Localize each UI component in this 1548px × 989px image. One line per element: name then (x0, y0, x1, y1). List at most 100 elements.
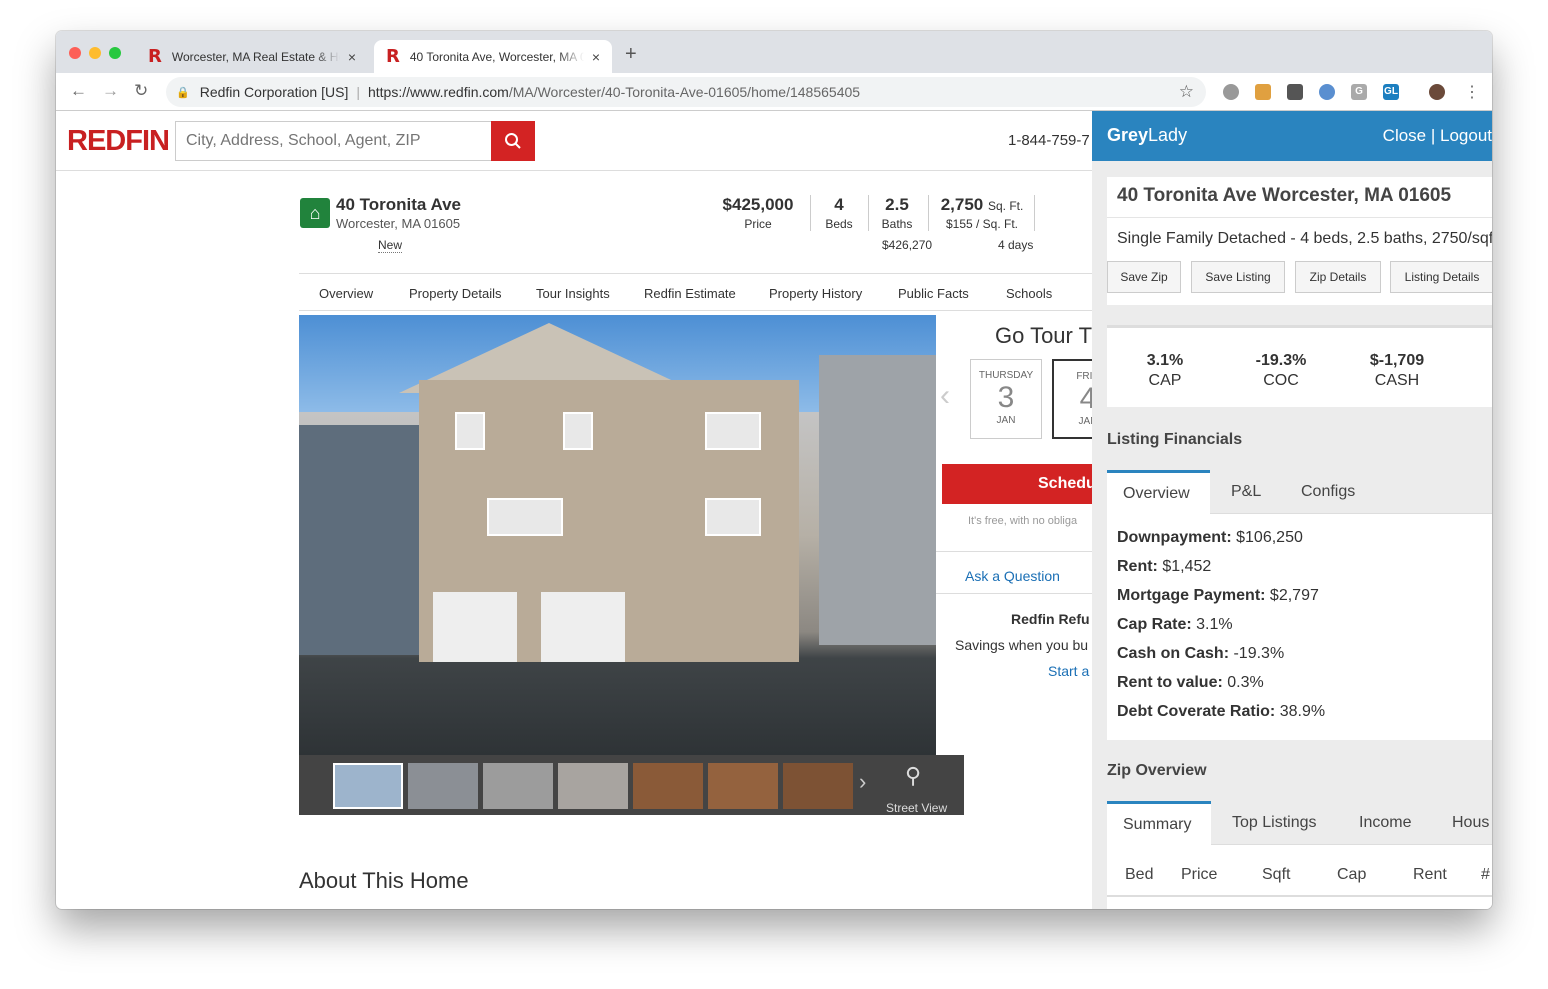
listing-financials-heading: Listing Financials (1107, 431, 1243, 448)
schedule-tour-button[interactable]: Schedu (942, 464, 1102, 504)
tab-public-facts[interactable]: Public Facts (898, 286, 969, 301)
tab-tour-insights[interactable]: Tour Insights (536, 286, 610, 301)
photo-thumbnail[interactable] (333, 763, 403, 809)
listing-photo[interactable] (299, 315, 936, 755)
face-extension-icon[interactable] (1255, 84, 1271, 100)
listing-details-button[interactable]: Listing Details (1390, 261, 1492, 293)
reload-icon[interactable]: ↻ (134, 81, 148, 101)
month: JAN (996, 415, 1016, 426)
column-header-cap[interactable]: Cap (1337, 866, 1366, 884)
chevron-left-icon[interactable]: ‹ (940, 379, 950, 413)
financials-tabs: Overview P&L Configs (1107, 470, 1492, 514)
tab-zip-income[interactable]: Income (1343, 801, 1427, 845)
tab-zip-top-listings[interactable]: Top Listings (1216, 801, 1333, 845)
tab-schools[interactable]: Schools (1006, 286, 1052, 301)
days-on-market: 4 days (998, 238, 1034, 252)
greylady-panel: GreyLady Close | Logout 40 Toronita Ave … (1092, 111, 1492, 909)
tab-zip-summary[interactable]: Summary (1107, 801, 1211, 845)
column-header-price[interactable]: Price (1181, 866, 1217, 884)
tab-fin-pl[interactable]: P&L (1215, 470, 1277, 514)
greylady-extension-icon[interactable]: GL (1383, 84, 1399, 100)
menu-kebab-icon[interactable]: ⋮ (1464, 82, 1480, 102)
url-field[interactable]: 🔒 Redfin Corporation [US] | https://www.… (166, 77, 1206, 107)
cloud-extension-icon[interactable] (1223, 84, 1239, 100)
chevron-right-icon[interactable]: › (859, 769, 866, 795)
cash-metric: $-1,709 CASH (1352, 352, 1442, 390)
profile-avatar[interactable] (1429, 84, 1445, 100)
baths-stat: 2.5 Baths (874, 195, 920, 231)
divider (928, 195, 929, 231)
price-value: $425,000 (722, 195, 794, 214)
column-header-bed[interactable]: Bed (1125, 866, 1153, 884)
fin-value: $1,452 (1162, 558, 1212, 575)
divider (810, 195, 811, 231)
listing-summary-card: 40 Toronita Ave Worcester, MA 01605 Sing… (1107, 177, 1492, 305)
close-tab-icon[interactable]: × (348, 49, 356, 65)
brand-bold: Grey (1107, 125, 1149, 145)
fin-label: Downpayment: (1117, 529, 1232, 546)
weekday: THURSDAY (978, 370, 1034, 381)
mail-extension-icon[interactable] (1287, 84, 1303, 100)
column-header-rent[interactable]: Rent (1413, 866, 1447, 884)
listing-address: 40 Toronita Ave (336, 195, 462, 214)
about-this-home-heading: About This Home (299, 868, 469, 893)
divider (1107, 895, 1492, 897)
listing-description: Single Family Detached - 4 beds, 2.5 bat… (1117, 230, 1492, 247)
close-tab-icon[interactable]: × (592, 49, 600, 65)
photo-thumbnail[interactable] (783, 763, 853, 809)
tab-fin-configs[interactable]: Configs (1285, 470, 1371, 514)
save-listing-button[interactable]: Save Listing (1191, 261, 1285, 293)
tab-property-history[interactable]: Property History (769, 286, 862, 301)
metric-label: COC (1263, 372, 1299, 389)
back-arrow-icon[interactable]: ← (70, 81, 87, 101)
start-offer-link[interactable]: Start a (1048, 663, 1089, 679)
close-logout-links[interactable]: Close | Logout (1383, 126, 1492, 146)
street-view-label[interactable]: Street View (886, 801, 947, 815)
listing-address: 40 Toronita Ave Worcester, MA 01605 (1117, 185, 1452, 206)
fin-label: Debt Coverate Ratio: (1117, 703, 1276, 720)
tab-redfin-estimate[interactable]: Redfin Estimate (644, 286, 736, 301)
tour-day-option[interactable]: THURSDAY 3 JAN (970, 359, 1042, 439)
column-header-count[interactable]: # (1481, 866, 1490, 884)
fin-value: 0.3% (1227, 674, 1264, 691)
tab-property-details[interactable]: Property Details (409, 286, 501, 301)
street-view-icon[interactable]: ⚲ (905, 763, 921, 789)
tour-free-note: It's free, with no obliga (968, 515, 1078, 527)
tab-bar: R Worcester, MA Real Estate & Homes for … (56, 31, 1492, 73)
photo-thumbnail[interactable] (483, 763, 553, 809)
forward-arrow-icon[interactable]: → (102, 81, 119, 101)
phone-number[interactable]: 1-844-759-7 (1008, 132, 1090, 149)
redfin-logo[interactable]: REDFIN (67, 125, 170, 158)
page-content: REDFIN 1-844-759-7 ⌂ 40 Toronita Ave Wor… (56, 111, 1492, 909)
zip-details-button[interactable]: Zip Details (1295, 261, 1381, 293)
ask-question-link[interactable]: Ask a Question (965, 568, 1060, 584)
search-icon (505, 133, 521, 149)
search-button[interactable] (491, 121, 535, 161)
tab-fin-overview[interactable]: Overview (1107, 470, 1210, 514)
browser-tab-search[interactable]: R Worcester, MA Real Estate & Homes for … (136, 40, 368, 73)
column-header-sqft[interactable]: Sqft (1262, 866, 1290, 884)
fin-row: Debt Coverate Ratio: 38.9% (1117, 703, 1325, 721)
fin-row: Rent: $1,452 (1117, 558, 1211, 576)
photo-thumbnail[interactable] (708, 763, 778, 809)
beds-label: Beds (825, 217, 853, 231)
fin-row: Rent to value: 0.3% (1117, 674, 1264, 692)
close-window-button[interactable] (69, 47, 81, 59)
photo-thumbnail[interactable] (558, 763, 628, 809)
redfin-search-input[interactable] (175, 121, 535, 161)
maximize-window-button[interactable] (109, 47, 121, 59)
save-zip-button[interactable]: Save Zip (1107, 261, 1181, 293)
new-tab-button[interactable]: + (625, 43, 637, 66)
url-path: /MA/Worcester/40-Toronita-Ave-01605/home… (508, 84, 861, 100)
photo-thumbnail[interactable] (408, 763, 478, 809)
browser-tab-listing[interactable]: R 40 Toronita Ave, Worcester, MA 01605 × (374, 40, 612, 73)
minimize-window-button[interactable] (89, 47, 101, 59)
garage-door (541, 592, 625, 662)
metric-label: CAP (1148, 372, 1182, 389)
bookmark-star-icon[interactable]: ☆ (1179, 82, 1194, 102)
g-extension-icon[interactable]: G (1351, 84, 1367, 100)
photo-thumbnail[interactable] (633, 763, 703, 809)
tab-zip-housing[interactable]: Hous (1436, 801, 1492, 845)
info-extension-icon[interactable] (1319, 84, 1335, 100)
tab-overview[interactable]: Overview (319, 286, 373, 301)
